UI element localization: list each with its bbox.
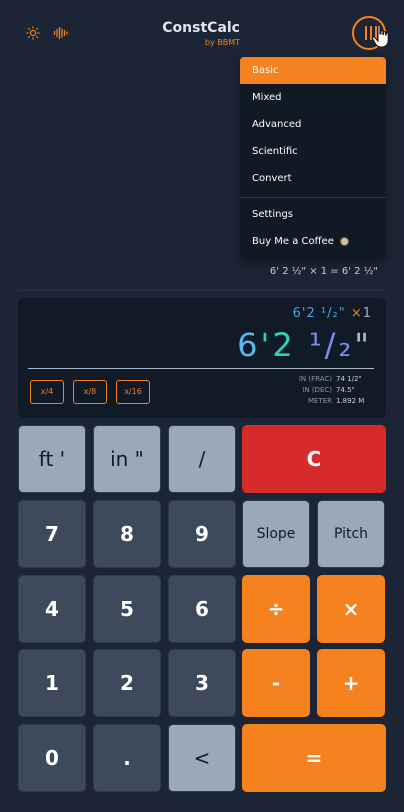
expression-operator: ×: [350, 306, 363, 321]
conversion-row: IN (FRAC) 74 1/2": [254, 375, 374, 386]
digit-8-key[interactable]: 8: [93, 500, 161, 568]
expression-operand: 1: [362, 306, 372, 321]
menu-divider: [240, 197, 386, 198]
digit-5-key[interactable]: 5: [93, 575, 161, 643]
result-feet: 6: [237, 326, 261, 364]
result-inches: 2: [272, 326, 296, 364]
digit-4-key[interactable]: 4: [18, 575, 86, 643]
backspace-key[interactable]: <: [168, 724, 236, 792]
divider: [18, 290, 386, 291]
digit-3-key[interactable]: 3: [168, 649, 236, 717]
divide-key[interactable]: ÷: [242, 575, 310, 643]
conversion-row: IN (DEC) 74.5": [254, 386, 374, 397]
conversion-list: IN (FRAC) 74 1/2" IN (DEC) 74.5" METER 1.89…: [254, 375, 374, 408]
conversion-value: 1.892 M: [336, 397, 365, 405]
feet-key[interactable]: ft ': [18, 425, 86, 493]
fraction-quarter-button[interactable]: x/4: [30, 380, 64, 404]
fraction-eighth-button[interactable]: x/8: [73, 380, 107, 404]
digit-2-key[interactable]: 2: [93, 649, 161, 717]
expression-value: 6'2 ¹/₂": [292, 306, 346, 321]
slope-key[interactable]: Slope: [242, 500, 310, 568]
app-title-block: ConstCalc by BBMT: [160, 20, 240, 47]
conversion-row: METER 1.892 M: [254, 397, 374, 408]
sun-icon[interactable]: [24, 24, 42, 42]
result: 6'2 ¹/₂": [237, 326, 372, 364]
clear-key[interactable]: C: [242, 425, 386, 493]
menu-item-coffee[interactable]: Buy Me a Coffee: [240, 228, 386, 255]
conversion-value: 74 1/2": [336, 375, 362, 383]
menu-item-settings[interactable]: Settings: [240, 201, 386, 228]
conversion-label: IN (FRAC): [298, 375, 332, 383]
coffee-icon: [340, 236, 350, 246]
app-subtitle: by BBMT: [204, 38, 240, 47]
equals-key[interactable]: =: [242, 724, 386, 792]
conversion-value: 74.5": [336, 386, 355, 394]
digit-7-key[interactable]: 7: [18, 500, 86, 568]
menu-item-coffee-label: Buy Me a Coffee: [252, 236, 334, 247]
app-title: ConstCalc: [162, 20, 240, 36]
inch-key[interactable]: in ": [93, 425, 161, 493]
menu-item-scientific[interactable]: Scientific: [240, 138, 386, 165]
minus-key[interactable]: -: [242, 649, 310, 717]
history-line: 6' 2 ½" × 1 = 6' 2 ½": [269, 266, 378, 277]
mode-menu: Basic Mixed Advanced Scientific Convert …: [240, 57, 386, 259]
display-divider: [28, 368, 374, 369]
expression: 6'2 ¹/₂" ×1: [293, 306, 372, 321]
multiply-key[interactable]: ×: [317, 575, 385, 643]
decimal-key[interactable]: .: [93, 724, 161, 792]
fraction-sixteenth-button[interactable]: x/16: [116, 380, 150, 404]
conversion-label: METER: [307, 397, 332, 405]
result-fraction: ¹/₂: [308, 326, 355, 364]
result-feet-mark: ': [260, 326, 273, 364]
plus-key[interactable]: +: [317, 649, 385, 717]
conversion-label: IN (DEC): [302, 386, 332, 394]
digit-1-key[interactable]: 1: [18, 649, 86, 717]
calculator-app: ConstCalc by BBMT Basic Mixed Advanced S…: [0, 0, 404, 812]
sound-wave-icon[interactable]: [52, 24, 70, 42]
digit-9-key[interactable]: 9: [168, 500, 236, 568]
pitch-key[interactable]: Pitch: [317, 500, 385, 568]
display-panel: 6'2 ¹/₂" ×1 6'2 ¹/₂" x/4 x/8 x/16 IN (FR…: [18, 298, 386, 418]
menu-item-advanced[interactable]: Advanced: [240, 111, 386, 138]
result-inch-mark: ": [354, 326, 372, 364]
fraction-slash-key[interactable]: /: [168, 425, 236, 493]
hand-cursor-icon: [371, 24, 389, 48]
menu-item-basic[interactable]: Basic: [240, 57, 386, 84]
menu-item-convert[interactable]: Convert: [240, 165, 386, 192]
menu-item-mixed[interactable]: Mixed: [240, 84, 386, 111]
digit-6-key[interactable]: 6: [168, 575, 236, 643]
digit-0-key[interactable]: 0: [18, 724, 86, 792]
